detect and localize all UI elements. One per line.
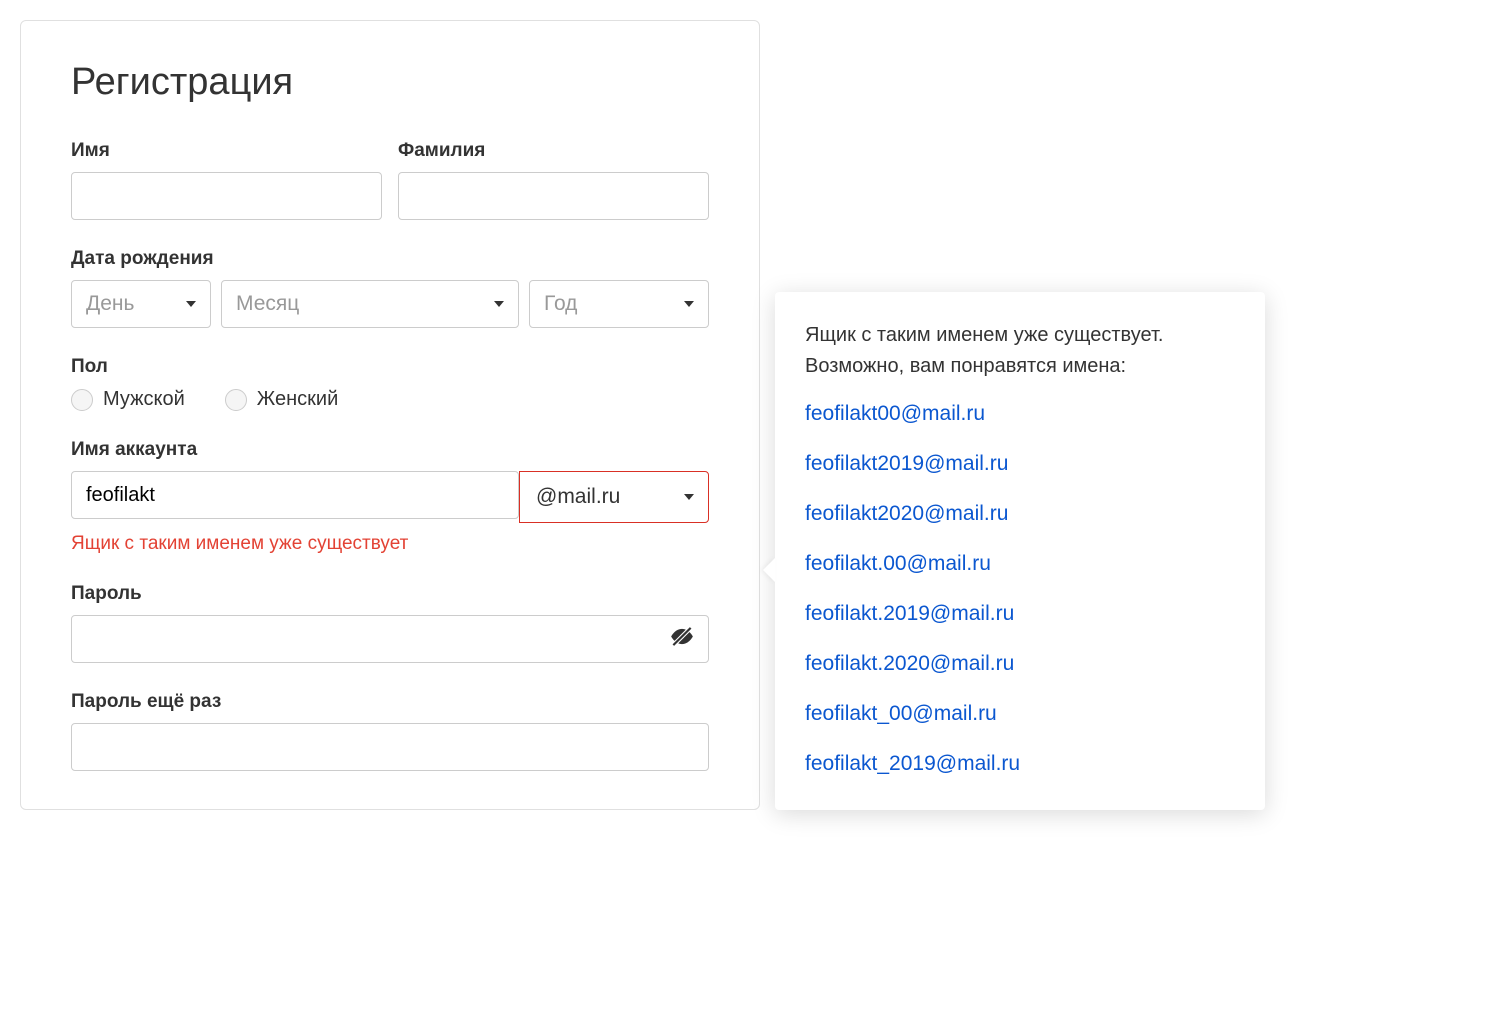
chevron-down-icon (684, 494, 694, 500)
chevron-down-icon (684, 301, 694, 307)
radio-icon (225, 389, 247, 411)
gender-label: Пол (71, 356, 709, 378)
year-placeholder: Год (544, 292, 577, 316)
firstname-input[interactable] (71, 172, 382, 220)
suggestion-link[interactable]: feofilakt_2019@mail.ru (805, 752, 1235, 776)
suggestion-link[interactable]: feofilakt.00@mail.ru (805, 552, 1235, 576)
gender-male-label: Мужской (103, 388, 185, 411)
page-title: Регистрация (71, 61, 709, 104)
account-label: Имя аккаунта (71, 439, 709, 461)
month-placeholder: Месяц (236, 292, 299, 316)
dob-label: Дата рождения (71, 248, 709, 270)
suggestion-link[interactable]: feofilakt.2019@mail.ru (805, 602, 1235, 626)
firstname-label: Имя (71, 140, 382, 162)
domain-value: @mail.ru (536, 485, 620, 509)
password-input[interactable] (71, 615, 709, 663)
year-select[interactable]: Год (529, 280, 709, 328)
gender-male-radio[interactable]: Мужской (71, 388, 185, 411)
domain-select[interactable]: @mail.ru (519, 471, 709, 523)
suggestion-link[interactable]: feofilakt2020@mail.ru (805, 502, 1235, 526)
day-select[interactable]: День (71, 280, 211, 328)
day-placeholder: День (86, 292, 134, 316)
suggestion-link[interactable]: feofilakt.2020@mail.ru (805, 652, 1235, 676)
popup-line2: Возможно, вам понравятся имена: (805, 355, 1126, 377)
suggestion-link[interactable]: feofilakt00@mail.ru (805, 402, 1235, 426)
password-repeat-input[interactable] (71, 723, 709, 771)
popup-line1: Ящик с таким именем уже существует. (805, 324, 1163, 346)
suggestion-link[interactable]: feofilakt2019@mail.ru (805, 452, 1235, 476)
month-select[interactable]: Месяц (221, 280, 519, 328)
gender-female-radio[interactable]: Женский (225, 388, 338, 411)
password-repeat-label: Пароль ещё раз (71, 691, 709, 713)
account-error-message: Ящик с таким именем уже существует (71, 533, 709, 555)
suggestion-link[interactable]: feofilakt_00@mail.ru (805, 702, 1235, 726)
lastname-label: Фамилия (398, 140, 709, 162)
radio-icon (71, 389, 93, 411)
lastname-input[interactable] (398, 172, 709, 220)
chevron-down-icon (186, 301, 196, 307)
popup-message: Ящик с таким именем уже существует. Возм… (805, 320, 1235, 382)
gender-female-label: Женский (257, 388, 338, 411)
registration-form: Регистрация Имя Фамилия Дата рождения Де… (20, 20, 760, 810)
account-input[interactable] (71, 471, 519, 519)
password-label: Пароль (71, 583, 709, 605)
suggestions-popup: Ящик с таким именем уже существует. Возм… (775, 292, 1265, 810)
eye-off-icon[interactable] (669, 624, 695, 655)
chevron-down-icon (494, 301, 504, 307)
